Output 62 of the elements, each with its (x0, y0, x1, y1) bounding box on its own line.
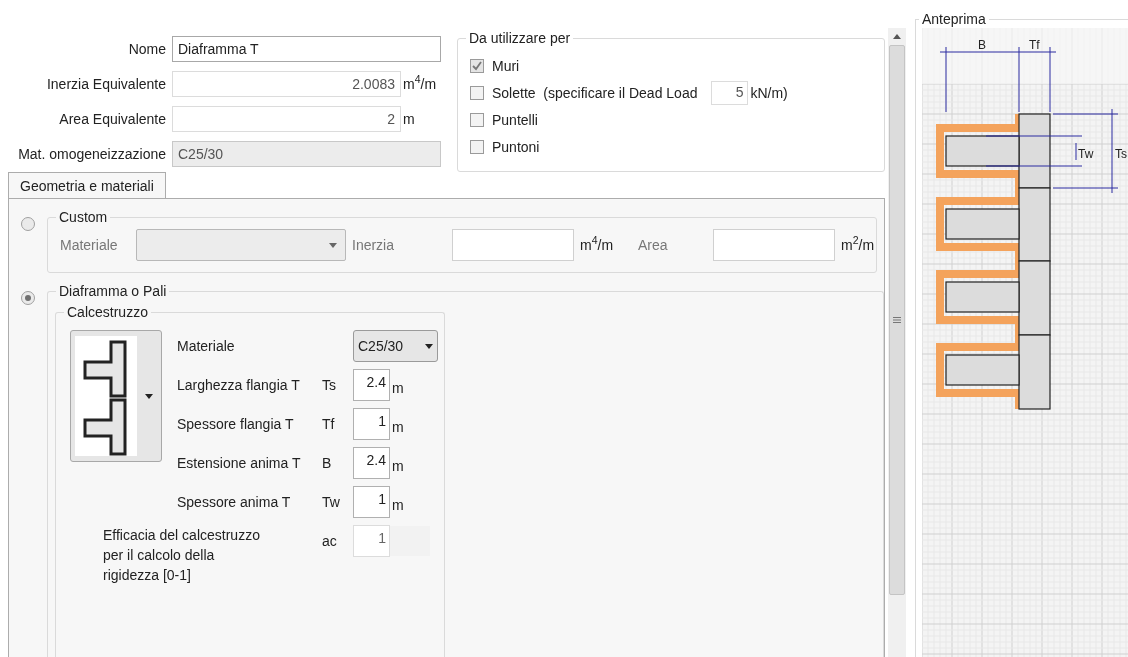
unit-label: kN/m) (749, 83, 788, 103)
field-label: Materiale (177, 336, 236, 356)
input-field[interactable]: 2 (172, 106, 401, 132)
input-field[interactable]: 2.4 (353, 369, 390, 401)
grip-icon (893, 317, 901, 323)
field-label: Inerzia Equivalente (45, 74, 167, 94)
field-label: Area Equivalente (58, 109, 167, 129)
unit-label: m (402, 109, 415, 129)
parameter-symbol: Tw (322, 492, 341, 512)
unit-label: m$^{4}$/m (580, 234, 615, 255)
caret-icon (329, 242, 337, 248)
radio-button[interactable] (21, 217, 35, 231)
check-icon (472, 61, 482, 71)
input-field[interactable]: 2.0083 (172, 71, 401, 97)
caret-icon (145, 393, 153, 399)
area-field[interactable] (713, 229, 835, 261)
checkbox[interactable] (470, 86, 484, 100)
parameter-symbol: Ts (322, 375, 337, 395)
radio-button[interactable] (21, 291, 35, 305)
section-preview-drawing: B Tf Tw Ts (922, 28, 1128, 657)
dead-load-field[interactable]: 5 (711, 81, 749, 105)
group-title: Da utilizzare per (466, 29, 574, 47)
unit-label: m (391, 417, 405, 437)
tab[interactable]: Geometria e materiali (8, 172, 166, 199)
unit-label: m (391, 378, 405, 398)
parameter-symbol: ac (322, 532, 338, 551)
material-dropdown[interactable]: C25/30 (353, 330, 438, 362)
input-field[interactable]: Diaframma T (172, 36, 441, 62)
input-field[interactable]: 1 (353, 408, 390, 440)
checkbox-label: Solette (specificare il Dead Load (492, 83, 698, 103)
unit-label: m$^{4}$/m (402, 73, 437, 94)
section-type-dropdown[interactable] (70, 330, 162, 462)
unit-label: m (391, 495, 405, 515)
parameter-symbol: Tf (322, 414, 336, 434)
field-label: Materiale (60, 235, 119, 255)
parameter-label: Larghezza flangia T (177, 375, 301, 395)
field-label: Mat. omogeneizzazione (17, 144, 167, 164)
parameter-label: Spessore anima T (177, 492, 292, 512)
input-field[interactable]: 2.4 (353, 447, 390, 479)
group-title: Anteprima (919, 10, 989, 28)
unit-label: m (391, 456, 405, 476)
scrollbar-thumb[interactable] (889, 45, 905, 595)
checkbox-label: Puntoni (492, 137, 540, 157)
field-label: Area (637, 235, 669, 255)
scrollbar[interactable] (888, 28, 906, 657)
scroll-up-icon (893, 34, 901, 39)
material-dropdown[interactable] (136, 229, 346, 261)
field-label: Inerzia (352, 235, 396, 255)
checkbox[interactable] (470, 140, 484, 154)
t-section-icon (75, 336, 137, 456)
input-field[interactable]: 1 (353, 486, 390, 518)
parameter-symbol: B (322, 453, 333, 473)
checkbox-label: Puntelli (492, 110, 538, 130)
parameter-label: Efficacia del calcestruzzo per il calcolo della rigidezza [0-1] (102, 526, 261, 585)
field-label: Nome (127, 39, 167, 59)
inertia-field[interactable] (452, 229, 574, 261)
parameter-label: Estensione anima T (177, 453, 302, 473)
parameter-label: Spessore flangia T (177, 414, 295, 434)
caret-icon (425, 343, 433, 349)
checkbox-label: Muri (492, 56, 520, 76)
checkbox[interactable] (470, 113, 484, 127)
unit-label: m$^{2}$/m (841, 234, 875, 255)
